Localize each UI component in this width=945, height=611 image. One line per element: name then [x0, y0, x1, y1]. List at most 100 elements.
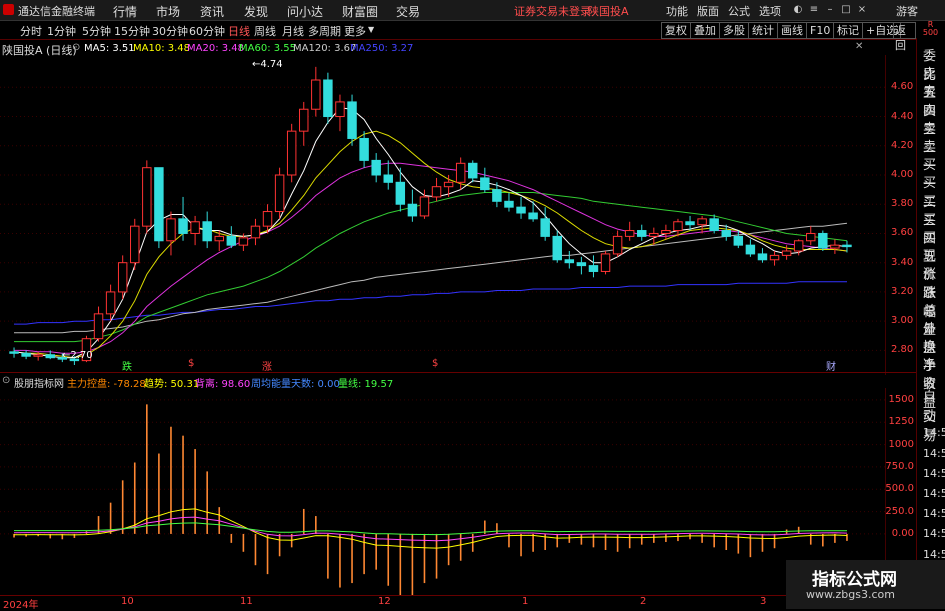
event-marker[interactable]: 跌 [122, 358, 132, 373]
menu-item-function[interactable]: 功能 [666, 3, 688, 19]
period-timeshare[interactable]: 分时 [20, 23, 42, 39]
current-stock-name: 陕国投A [588, 5, 629, 18]
minimize-icon[interactable]: – [822, 0, 838, 20]
candle-body [793, 240, 804, 252]
indicator-tick-label: 1250 [888, 416, 914, 428]
candle-body [576, 262, 587, 267]
menu-item-news[interactable]: 资讯 [200, 3, 224, 20]
title-bar: 通达信金融终端 行情 市场 资讯 发现 问小达 财富圈 交易 证券交易未登录 陕… [0, 0, 945, 21]
period-weekly[interactable]: 周线 [254, 23, 276, 39]
price-chart[interactable] [0, 55, 886, 375]
chart-collapse-icon[interactable]: ✕ [855, 41, 863, 52]
indicator-tick-label: 500.0 [885, 483, 914, 495]
adjust-button[interactable]: 复权 [661, 22, 691, 39]
quote-sidebar: 委比 卖五 卖四 卖三 卖二 卖一 买一 买二 买三 买四 买五 现价 涨跌 涨幅 总量 外盘 换手 净资 收益 自动… [916, 38, 945, 609]
sub-settings-icon[interactable]: ⊙ [2, 375, 10, 386]
candle-body [45, 354, 55, 359]
candle-body [673, 221, 683, 232]
period-5min[interactable]: 5分钟 [82, 23, 111, 39]
event-marker[interactable]: $ [188, 358, 194, 369]
draw-line-button[interactable]: 画线 [777, 22, 807, 39]
price-tick-label: 3.80 [891, 198, 914, 210]
indicator-chart[interactable] [0, 388, 886, 595]
candle-body [347, 101, 357, 139]
price-tick-label: 3.20 [891, 285, 914, 297]
candle-body [214, 235, 224, 242]
maximize-icon[interactable]: □ [838, 0, 854, 20]
ma250-label: MA250: 3.27 [350, 43, 414, 54]
indicator-tick-label: 250.0 [885, 505, 914, 517]
sidebar-trade-row: 14:56 [923, 426, 945, 440]
candle-body [818, 232, 828, 249]
menu-item-options[interactable]: 选项 [759, 3, 781, 19]
top-right-box[interactable]: R 500 [916, 21, 945, 38]
overlay-button[interactable]: 叠加 [690, 22, 720, 39]
candle-body [190, 221, 200, 234]
statistics-button[interactable]: 统计 [748, 22, 778, 39]
candle-body [335, 101, 345, 118]
close-icon[interactable]: × [854, 0, 870, 20]
high-price-label: ←4.74 [252, 59, 283, 70]
mark-button[interactable]: 标记 [833, 22, 863, 39]
candle-body [250, 225, 261, 239]
menu-item-discover[interactable]: 发现 [244, 3, 268, 20]
f10-button[interactable]: F10 [806, 22, 835, 39]
menu-item-wealth[interactable]: 财富圈 [342, 3, 378, 20]
sidebar-trade-row: 14:56 [923, 547, 945, 561]
guest-user[interactable]: 游客 [896, 3, 918, 19]
period-30min[interactable]: 30分钟 [152, 23, 188, 39]
watermark-url: www.zbgs3.com [806, 588, 895, 601]
candle-body [697, 218, 707, 226]
multi-stock-button[interactable]: 多股 [719, 22, 749, 39]
menu-icon[interactable]: ≡ [806, 0, 822, 20]
candle-body [431, 186, 442, 198]
candle-body [238, 237, 249, 246]
menu-item-formula[interactable]: 公式 [728, 3, 750, 19]
event-marker[interactable]: $ [432, 358, 438, 369]
chart-settings-icon[interactable]: ⊙ [72, 42, 80, 53]
event-marker[interactable]: 涨 [262, 358, 272, 373]
sidebar-trade-row: 14:56 [923, 507, 945, 521]
skin-icon[interactable]: ◐ [790, 0, 806, 20]
price-tick-label: 3.60 [891, 227, 914, 239]
candle-body [21, 352, 31, 357]
ma60-label: MA60: 3.55 [239, 43, 297, 54]
candle-body [371, 159, 381, 176]
candle-body [540, 218, 550, 237]
candle-body [504, 200, 514, 208]
menu-item-layout[interactable]: 版面 [697, 3, 719, 19]
event-marker[interactable]: 财 [826, 358, 836, 373]
watermark-title: 指标公式网 [812, 570, 897, 590]
ma250-line [14, 281, 847, 325]
period-15min[interactable]: 15分钟 [114, 23, 150, 39]
login-warning[interactable]: 证券交易未登录 [514, 3, 591, 19]
indicator-line [13, 516, 848, 542]
candle-body [383, 174, 393, 183]
menu-item-trade[interactable]: 交易 [396, 3, 420, 20]
axis-separator [0, 595, 916, 596]
period-more[interactable]: 更多 [344, 23, 366, 39]
period-monthly[interactable]: 月线 [282, 23, 304, 39]
low-price-label: ←2.70 [62, 350, 93, 361]
candle-body [733, 235, 744, 246]
period-multi[interactable]: 多周期 [308, 23, 341, 39]
candle-body [552, 235, 562, 261]
candle-body [286, 130, 297, 176]
more-dropdown-icon[interactable]: ▼ [368, 25, 374, 34]
period-60min[interactable]: 60分钟 [189, 23, 225, 39]
indicator-tick-label: 0.00 [891, 527, 914, 539]
candle-body [93, 313, 104, 340]
period-daily[interactable]: 日线 [228, 23, 250, 39]
ma20-label: MA20: 3.48 [187, 43, 245, 54]
candle-body [419, 196, 430, 217]
top-right-num: 500 [922, 28, 939, 37]
candle-body [757, 253, 768, 261]
menu-item-quotes[interactable]: 行情 [113, 3, 137, 20]
candle-body [745, 244, 756, 255]
menu-item-ask[interactable]: 问小达 [287, 3, 323, 20]
back-button[interactable]: 返回 [893, 22, 916, 52]
period-1min[interactable]: 1分钟 [47, 23, 76, 39]
menu-item-market[interactable]: 市场 [156, 3, 180, 20]
date-tick-label: 10 [121, 596, 134, 607]
candle-body [407, 203, 418, 217]
